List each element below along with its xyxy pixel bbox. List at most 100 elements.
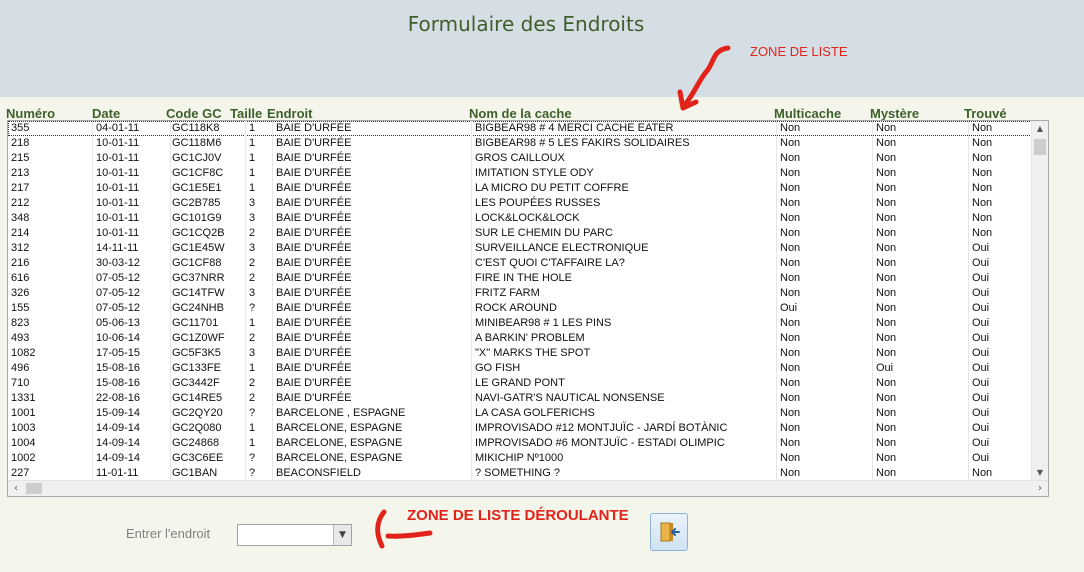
column-separator <box>170 451 171 466</box>
cell-mystere: Non <box>876 137 897 149</box>
column-separator <box>170 466 171 481</box>
cell-mystere: Non <box>876 167 897 179</box>
table-row[interactable]: 216 30-03-12 GC1CF88 2 BAIE D'URFÉE C'EST QUO… <box>8 256 1032 271</box>
table-row[interactable]: 355 04-01-11 GC118K8 1 BAIE D'URFÉE BIGBEAR98… <box>8 121 1032 136</box>
horizontal-scrollbar[interactable]: ‹ › <box>8 480 1048 496</box>
table-row[interactable]: 155 07-05-12 GC24NHB? BAIE D'URFÉE ROCK AROU… <box>8 301 1032 316</box>
table-row[interactable]: 616 07-05-12 GC37NRR 2 BAIE D'URFÉE FIRE IN T… <box>8 271 1032 286</box>
cell-trouve: Non <box>972 197 993 209</box>
table-row[interactable]: 1001 15-09-14 GC2QY20? BARCELONE , ESPAGNE L… <box>8 406 1032 421</box>
cell-nom-cache: GO FISH <box>475 362 521 374</box>
cell-nom-cache: C'EST QUOI C'TAFFAIRE LA? <box>475 257 625 269</box>
cell-taille: 2 <box>249 392 256 404</box>
cell-mystere: Non <box>876 437 897 449</box>
cell-code-gc: GC24868 <box>172 437 220 449</box>
cell-numero: 155 <box>11 302 30 314</box>
column-separator <box>776 166 777 181</box>
cell-trouve: Non <box>972 152 993 164</box>
cell-code-gc: GC14TFW <box>172 287 225 299</box>
table-row[interactable]: 493 10-06-14 GC1Z0WF 2 BAIE D'URFÉE A BARKIN'… <box>8 331 1032 346</box>
column-separator <box>272 151 273 166</box>
cell-nom-cache: GROS CAILLOUX <box>475 152 565 164</box>
cell-nom-cache: LA CASA GOLFERICHS <box>475 407 595 419</box>
cell-mystere: Non <box>876 422 897 434</box>
column-separator <box>872 391 873 406</box>
cell-taille: 3 <box>249 287 256 299</box>
vertical-scroll-thumb[interactable] <box>1034 139 1046 155</box>
column-separator <box>92 226 93 241</box>
column-separator <box>968 121 969 136</box>
exit-button[interactable] <box>650 513 688 551</box>
vertical-scrollbar[interactable]: ▲ ▼ <box>1031 121 1048 481</box>
table-row[interactable]: 227 11-01-11 GC1BAN? BEACONSFIELD ? SOMETHIN… <box>8 466 1032 481</box>
table-row[interactable]: 496 15-08-16 GC133FE 1 BAIE D'URFÉE GO FISH No… <box>8 361 1032 376</box>
scroll-down-icon[interactable]: ▼ <box>1032 465 1048 481</box>
cell-endroit: BAIE D'URFÉE <box>276 167 352 179</box>
table-row[interactable]: 1004 14-09-14 GC24868 1 BARCELONE, ESPAGNE IM… <box>8 436 1032 451</box>
column-separator <box>170 151 171 166</box>
table-row[interactable]: 218 10-01-11 GC118M6 1 BAIE D'URFÉE BIGBEAR98… <box>8 136 1032 151</box>
cell-date: 10-01-11 <box>96 227 140 239</box>
column-separator <box>245 241 246 256</box>
table-row[interactable]: 213 10-01-11 GC1CF8C 1 BAIE D'URFÉE IMITATION… <box>8 166 1032 181</box>
cell-nom-cache: IMPROVISADO #12 MONTJUÏC - JARDÍ BOTÀNIC <box>475 422 728 434</box>
column-separator <box>272 196 273 211</box>
cell-taille: 1 <box>249 362 256 374</box>
cell-multicache: Non <box>780 152 801 164</box>
column-header-nom-cache: Nom de la cache <box>469 106 572 121</box>
cell-nom-cache: MINIBEAR98 # 1 LES PINS <box>475 317 612 329</box>
table-row[interactable]: 823 05-06-13 GC11701 1 BAIE D'URFÉE MINIBEAR9… <box>8 316 1032 331</box>
cell-taille: 3 <box>249 347 256 359</box>
cell-multicache: Non <box>780 437 801 449</box>
cell-multicache: Non <box>780 317 801 329</box>
cell-date: 22-08-16 <box>96 392 141 404</box>
cell-endroit: BAIE D'URFÉE <box>276 302 352 314</box>
table-row[interactable]: 217 10-01-11 GC1E5E1 1 BAIE D'URFÉE LA MICRO … <box>8 181 1032 196</box>
cell-mystere: Non <box>876 347 897 359</box>
cell-taille: ? <box>249 407 256 419</box>
table-row[interactable]: 326 07-05-12 GC14TFW 3 BAIE D'URFÉE FRITZ FAR… <box>8 286 1032 301</box>
column-separator <box>968 436 969 451</box>
column-separator <box>968 346 969 361</box>
table-row[interactable]: 312 14-11-11 GC1E45W 3 BAIE D'URFÉE SURVEILLA… <box>8 241 1032 256</box>
cell-trouve: Oui <box>972 272 990 284</box>
cell-multicache: Non <box>780 167 801 179</box>
endroit-combobox[interactable]: ▼ <box>237 524 352 546</box>
scroll-left-icon[interactable]: ‹ <box>8 481 24 496</box>
table-row[interactable]: 710 15-08-16 GC3442F 2 BAIE D'URFÉE LE GRAND … <box>8 376 1032 391</box>
column-separator <box>471 151 472 166</box>
table-row[interactable]: 212 10-01-11 GC2B785 3 BAIE D'URFÉE LES POUPÉ… <box>8 196 1032 211</box>
cell-endroit: BAIE D'URFÉE <box>276 257 352 269</box>
table-row[interactable]: 1002 14-09-14 GC3C6EE? BARCELONE, ESPAGNE MI… <box>8 451 1032 466</box>
horizontal-scroll-thumb[interactable] <box>26 483 42 494</box>
cache-listbox[interactable]: 355 04-01-11 GC118K8 1 BAIE D'URFÉE BIGBEAR98… <box>7 120 1049 497</box>
table-row[interactable]: 1331 22-08-16 GC14RE5 2 BAIE D'URFÉE NAVI-GAT… <box>8 391 1032 406</box>
cell-trouve: Oui <box>972 242 990 254</box>
cell-date: 07-05-12 <box>96 287 141 299</box>
cell-trouve: Non <box>972 182 993 194</box>
cell-code-gc: GC1CF8C <box>172 167 224 179</box>
cell-numero: 217 <box>11 182 30 194</box>
cell-endroit: BAIE D'URFÉE <box>276 122 352 134</box>
table-row[interactable]: 348 10-01-11 GC101G9 3 BAIE D'URFÉE LOCK&LOCK… <box>8 211 1032 226</box>
cell-taille: ? <box>249 302 256 314</box>
cell-date: 15-08-16 <box>96 362 141 374</box>
cell-mystere: Non <box>876 467 897 479</box>
column-separator <box>471 271 472 286</box>
cell-multicache: Non <box>780 257 801 269</box>
column-separator <box>170 211 171 226</box>
table-row[interactable]: 215 10-01-11 GC1CJ0V 1 BAIE D'URFÉE GROS CAIL… <box>8 151 1032 166</box>
column-separator <box>872 166 873 181</box>
scroll-up-icon[interactable]: ▲ <box>1032 121 1048 137</box>
table-row[interactable]: 1082 17-05-15 GC5F3K5 3 BAIE D'URFÉE "X" MARK… <box>8 346 1032 361</box>
cell-multicache: Non <box>780 422 801 434</box>
cell-numero: 1003 <box>11 422 36 434</box>
table-row[interactable]: 214 10-01-11 GC1CQ2B 2 BAIE D'URFÉE SUR LE CH… <box>8 226 1032 241</box>
table-row[interactable]: 1003 14-09-14 GC2Q080 1 BARCELONE, ESPAGNE IM… <box>8 421 1032 436</box>
chevron-down-icon[interactable]: ▼ <box>333 525 351 545</box>
column-separator <box>471 421 472 436</box>
cell-numero: 214 <box>11 227 30 239</box>
column-separator <box>776 181 777 196</box>
scroll-right-icon[interactable]: › <box>1032 481 1048 496</box>
cell-numero: 216 <box>11 257 30 269</box>
